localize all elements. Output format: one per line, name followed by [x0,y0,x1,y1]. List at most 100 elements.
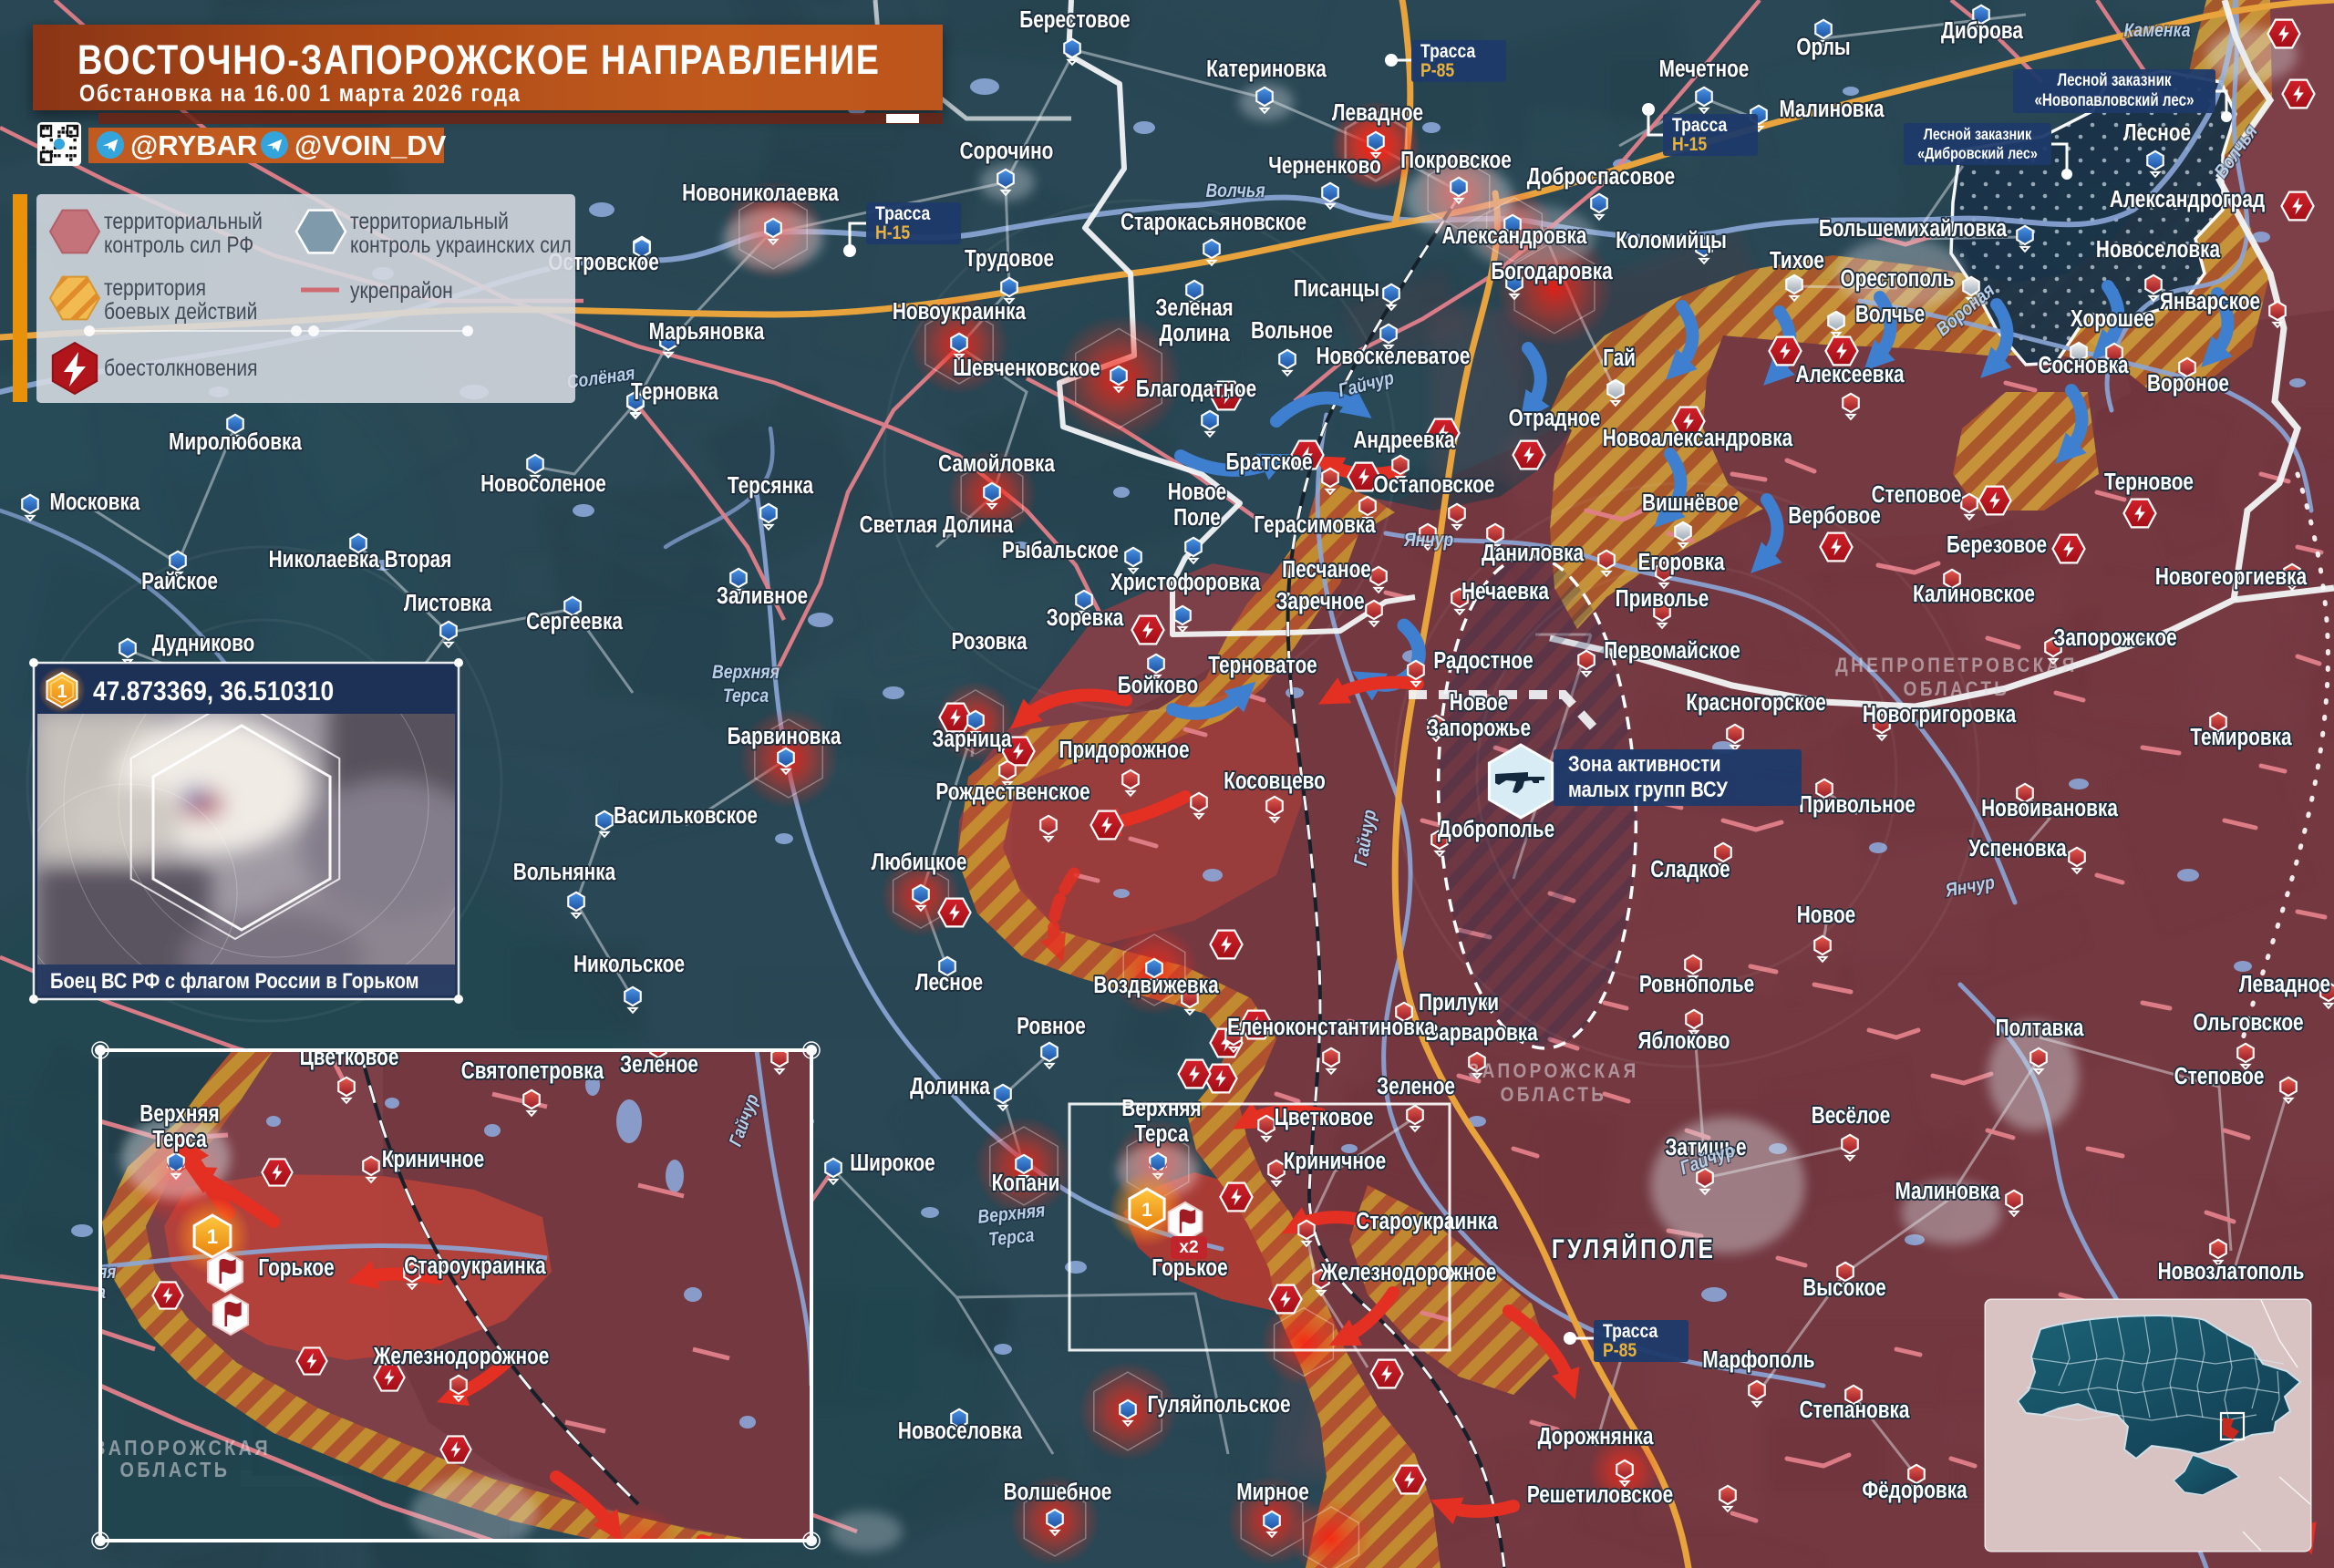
svg-text:Новогеоргиевка: Новогеоргиевка [2155,563,2308,590]
svg-text:Боец ВС РФ с флагом России в Г: Боец ВС РФ с флагом России в Горьком [50,968,419,993]
svg-text:Старокасьяновское: Старокасьяновское [1121,209,1306,235]
svg-text:Криничное: Криничное [382,1146,484,1172]
svg-text:Криничное: Криничное [1284,1148,1386,1174]
svg-text:Н-15: Н-15 [875,222,910,244]
svg-text:Березовое: Березовое [1947,531,2047,558]
svg-text:Широкое: Широкое [850,1150,935,1176]
svg-text:Новое: Новое [1168,479,1226,505]
svg-text:Придорожное: Придорожное [1059,737,1190,763]
svg-text:боестолкновения: боестолкновения [104,355,257,380]
svg-text:Новосоленое: Новосоленое [480,470,606,497]
svg-text:Волшебное: Волшебное [1004,1479,1112,1505]
svg-text:Копани: Копани [992,1170,1060,1196]
svg-text:Берестовое: Берестовое [1019,6,1130,33]
svg-text:Вольнянка: Вольнянка [513,859,616,885]
svg-text:Остаповское: Остаповское [1374,471,1495,498]
svg-text:Новоскелеватое: Новоскелеватое [1317,343,1471,369]
svg-text:Лесное: Лесное [2123,119,2191,146]
svg-text:Староукраинка: Староукраинка [1356,1208,1498,1234]
svg-text:Фёдоровка: Фёдоровка [1862,1477,1967,1503]
svg-text:Александроград: Александроград [2110,186,2265,212]
svg-text:1: 1 [1141,1200,1152,1221]
svg-text:Отрадное: Отрадное [1509,405,1601,431]
svg-text:Новониколаевка: Новониколаевка [682,180,839,206]
svg-text:Вороное: Вороное [2147,370,2229,397]
svg-text:Хорошее: Хорошее [2071,305,2154,332]
svg-text:Янчур: Янчур [1403,530,1453,552]
svg-text:Каменка: Каменка [2123,20,2190,42]
svg-text:Терса: Терса [723,686,769,707]
svg-text:Привольное: Привольное [1799,791,1916,818]
svg-text:Н-15: Н-15 [1672,134,1707,156]
svg-text:Лесной заказник: Лесной заказник [1924,126,2032,144]
svg-text:Малиновка: Малиновка [1895,1178,2000,1204]
svg-text:ЗАПОРОЖСКАЯ: ЗАПОРОЖСКАЯ [94,1437,271,1460]
svg-text:Новое: Новое [1797,902,1855,928]
svg-text:Рождественское: Рождественское [935,779,1090,805]
svg-text:Сорочино: Сорочино [960,138,1054,164]
svg-text:Терса: Терса [152,1126,207,1152]
svg-text:Зарница: Зарница [932,726,1012,752]
svg-text:Верхняя: Верхняя [139,1100,219,1127]
svg-text:Весёлое: Весёлое [1812,1102,1891,1129]
svg-text:ОБЛАСТЬ: ОБЛАСТЬ [1501,1084,1607,1107]
svg-text:Высокое: Высокое [1802,1274,1885,1301]
svg-text:Январское: Январское [2160,288,2260,315]
svg-text:Терноватое: Терноватое [1208,652,1317,678]
svg-text:Верхняя: Верхняя [1121,1095,1201,1121]
svg-text:территориальный: территориальный [104,208,263,233]
svg-text:Волчья: Волчья [1205,181,1265,202]
svg-text:Горькое: Горькое [258,1254,334,1281]
svg-text:Яблоково: Яблоково [1638,1027,1730,1054]
svg-text:Поле: Поле [1173,504,1221,531]
svg-text:ГУЛЯЙПОЛЕ: ГУЛЯЙПОЛЕ [1552,1233,1716,1264]
svg-text:Алексеевка: Алексеевка [1795,361,1905,387]
svg-text:@RYBAR: @RYBAR [130,129,257,161]
svg-text:Светлая Долина: Светлая Долина [860,511,1015,538]
svg-text:Р-85: Р-85 [1420,60,1454,82]
svg-text:Новоукраинка: Новоукраинка [893,298,1027,325]
svg-text:Песчаное: Песчаное [1282,556,1371,583]
svg-text:территориальный: территориальный [350,208,509,233]
svg-text:Волчье: Волчье [1855,301,1925,327]
svg-text:«Новопавловский лес»: «Новопавловский лес» [2034,89,2194,109]
svg-text:Катериновка: Катериновка [1206,56,1327,82]
svg-text:Доброполье: Доброполье [1438,816,1554,842]
svg-text:Еленоконстантиновка: Еленоконстантиновка [1227,1014,1436,1040]
svg-text:Даниловка: Даниловка [1482,540,1585,566]
svg-text:Левадное: Левадное [1332,99,1423,126]
svg-text:Рыбальское: Рыбальское [1002,537,1119,563]
svg-text:Доброспасовое: Доброспасовое [1527,163,1675,190]
svg-text:Новоселовка: Новоселовка [898,1418,1023,1444]
svg-text:Малиновка: Малиновка [1779,96,1885,122]
svg-text:Успеновка: Успеновка [1968,835,2067,861]
svg-text:Листовка: Листовка [404,590,492,616]
svg-text:Александровка: Александровка [1442,222,1588,249]
svg-text:Ровное: Ровное [1017,1013,1086,1039]
svg-text:Темировка: Темировка [2190,724,2292,750]
svg-text:Дудниково: Дудниково [152,630,255,656]
svg-text:Цветковое: Цветковое [1275,1104,1374,1130]
svg-text:Барвиновка: Барвиновка [728,723,842,749]
svg-text:Диброва: Диброва [1941,17,2024,44]
svg-text:Бойково: Бойково [1118,672,1198,698]
svg-text:Ровнополье: Ровнополье [1639,971,1754,997]
svg-text:Коломийцы: Коломийцы [1616,227,1727,253]
svg-text:малых групп ВСУ: малых групп ВСУ [1568,777,1728,801]
svg-text:Васильковское: Васильковское [614,802,758,829]
svg-text:контроль украинских сил: контроль украинских сил [350,232,572,257]
svg-text:Верхняя: Верхняя [712,662,780,684]
svg-text:Черненково: Черненково [1268,152,1381,179]
svg-text:Зоревка: Зоревка [1047,604,1125,631]
svg-text:Сосновка: Сосновка [2038,352,2129,378]
svg-text:Первомайское: Первомайское [1604,637,1740,664]
svg-text:Степановка: Степановка [1800,1397,1911,1423]
svg-text:Новоивановка: Новоивановка [1981,795,2119,821]
svg-text:Косовцево: Косовцево [1224,768,1326,794]
svg-text:Терновка: Терновка [631,378,719,405]
svg-text:Запорожское: Запорожское [2053,624,2176,651]
svg-text:Староукраинка: Староукраинка [404,1253,546,1279]
svg-text:ЗАПОРОЖСКАЯ: ЗАПОРОЖСКАЯ [1468,1060,1638,1083]
svg-text:Зеленая: Зеленая [1155,294,1233,321]
svg-text:Заречное: Заречное [1275,588,1364,614]
